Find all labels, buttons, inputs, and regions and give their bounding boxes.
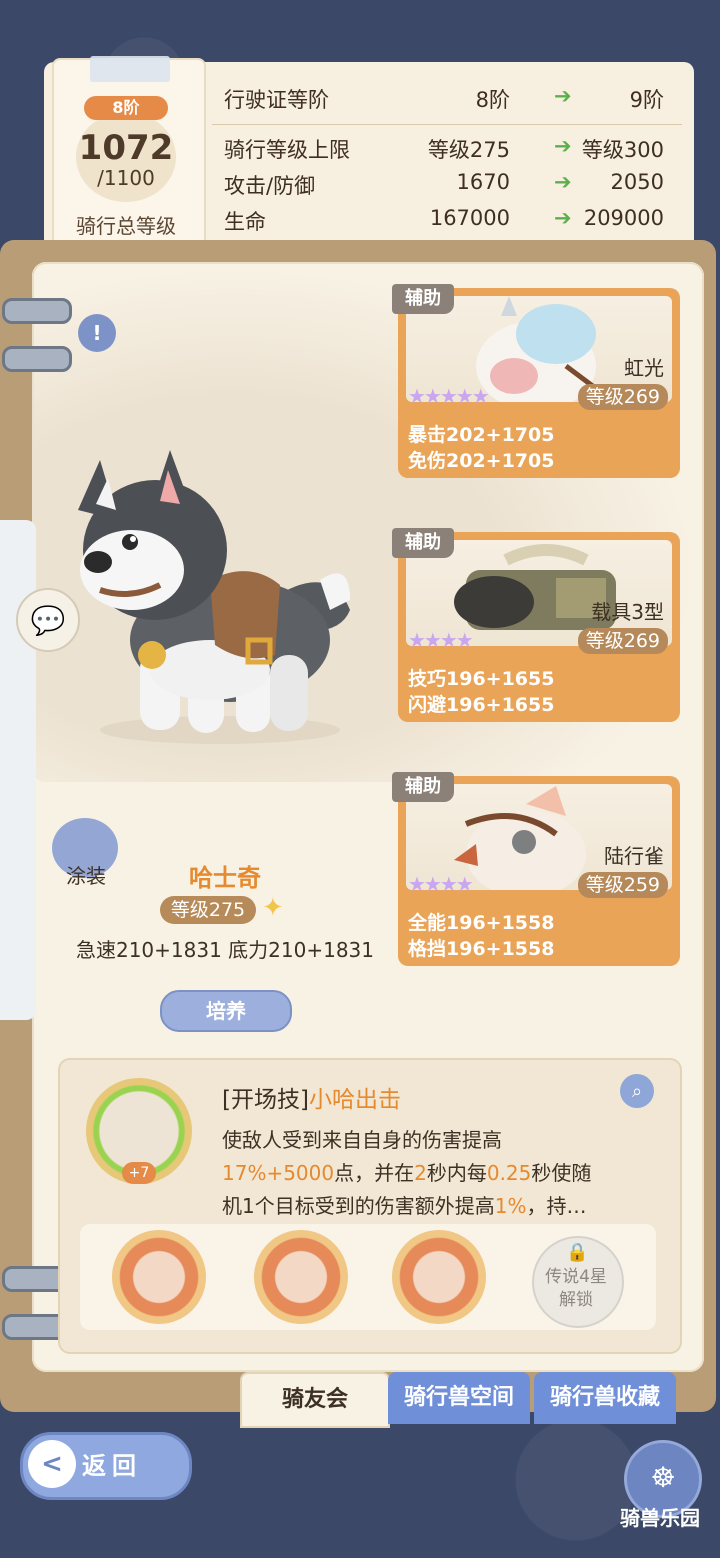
stat-next: 9阶	[629, 88, 664, 112]
helper-tag: 辅助	[392, 284, 454, 314]
stat-row-license: 行驶证等阶 8阶 ➔ 9阶	[224, 84, 674, 118]
helper-name: 陆行雀	[604, 844, 664, 868]
info-icon: !	[92, 321, 102, 345]
tab-mount-space[interactable]: 骑行兽空间	[388, 1372, 530, 1424]
arrow-right-icon: ➔	[554, 206, 572, 230]
mount-stats: 急速210+1831 底力210+1831	[75, 938, 375, 962]
stat-current: 等级275	[427, 138, 510, 162]
skill-desc-line: 17%+5000点，并在2秒内每0.25秒使随	[222, 1157, 642, 1190]
mount-level-badge: 等级275	[160, 896, 256, 924]
rune-slot-3[interactable]	[392, 1230, 486, 1324]
tab-rider-club[interactable]: 骑友会	[240, 1372, 390, 1428]
lock-text-line: 解锁	[559, 1290, 593, 1310]
binder-ring	[2, 346, 72, 372]
tape-decoration	[90, 56, 170, 82]
magnifier-icon: ⌕	[631, 1080, 643, 1102]
highlight-value: 17%+5000	[222, 1161, 335, 1185]
helper-level: 等级269	[577, 628, 668, 654]
skill-plus-badge: +7	[122, 1162, 156, 1184]
skill-description: 使敌人受到来自自身的伤害提高 17%+5000点，并在2秒内每0.25秒使随 机…	[222, 1124, 642, 1223]
helper-stat-line: 暴击202+1705	[408, 424, 555, 446]
stat-current: 167000	[429, 206, 510, 230]
rune-slot-1[interactable]	[112, 1230, 206, 1324]
skill-name: 小哈出击	[308, 1087, 401, 1113]
arrow-right-icon: ➔	[554, 134, 572, 158]
helper-name: 虹光	[624, 356, 664, 380]
stat-next: 2050	[610, 170, 664, 194]
stat-next: 209000	[583, 206, 664, 230]
skin-label: 涂装	[66, 864, 106, 888]
lock-icon: 🔒	[566, 1242, 589, 1263]
helper-stat-line: 技巧196+1655	[408, 668, 555, 690]
total-level-label: 骑行总等级	[76, 214, 176, 238]
binder-ring	[2, 298, 72, 324]
rank-badge: 8阶	[84, 96, 168, 120]
total-level-value: 1072	[78, 128, 174, 168]
helper-stat-line: 闪避196+1655	[408, 694, 555, 716]
stat-row-hp: 生命 167000 ➔ 209000	[224, 206, 674, 240]
tab-mount-collection[interactable]: 骑行兽收藏	[534, 1372, 676, 1424]
zoom-button[interactable]: ⌕	[620, 1074, 654, 1108]
rune-slot-2[interactable]	[254, 1230, 348, 1324]
stat-key: 行驶证等阶	[224, 88, 329, 112]
helper-tag: 辅助	[392, 772, 454, 802]
mount-name: 哈士奇	[189, 864, 261, 892]
skill-desc-line: 机1个目标受到的伤害额外提高1%，持…	[222, 1190, 642, 1223]
desc-text: 机1个目标受到的伤害额外提高	[222, 1194, 495, 1218]
ferris-wheel-icon: ☸	[650, 1461, 676, 1494]
chat-bubble-icon: 💬	[30, 603, 66, 637]
stat-key: 生命	[224, 210, 266, 234]
stat-key: 骑行等级上限	[224, 138, 350, 162]
highlight-value: 2	[414, 1161, 427, 1185]
lock-text-line: 传说4星	[545, 1267, 607, 1287]
star-rating: ★★★★	[408, 628, 474, 652]
lock-text: 传说4星解锁	[532, 1266, 620, 1312]
highlight-value: 0.25	[486, 1161, 532, 1185]
desc-text: ，持…	[526, 1194, 587, 1218]
skill-title: [开场技]小哈出击	[222, 1080, 401, 1114]
back-label: 返回	[82, 1452, 142, 1480]
helper-card-vehicle[interactable]: 辅助 载具3型 ★★★★ 等级269 技巧196+1655 闪避196+1655	[392, 528, 680, 722]
desc-text: 秒内每	[426, 1161, 487, 1185]
desc-text: 秒使随	[531, 1161, 592, 1185]
stat-current: 8阶	[475, 88, 510, 112]
stat-key: 攻击/防御	[224, 174, 316, 198]
divider	[212, 124, 682, 125]
helper-tag: 辅助	[392, 528, 454, 558]
husky-mount-image	[78, 450, 350, 744]
stat-row-level-cap: 骑行等级上限 等级275 ➔ 等级300	[224, 134, 674, 168]
helper-card-rainbow[interactable]: 辅助 虹光 ★★★★★ 等级269 暴击202+1705 免伤202+1705	[392, 284, 680, 478]
desc-text: 点，并在	[334, 1161, 415, 1185]
star-rating: ★★★★★	[408, 384, 490, 408]
mount-park-label: 骑兽乐园	[620, 1506, 700, 1530]
helper-name: 载具3型	[591, 600, 664, 624]
helper-stat-line: 免伤202+1705	[408, 450, 555, 472]
sparkle-star-icon: ✦	[262, 893, 284, 923]
highlight-value: 1%	[494, 1194, 527, 1218]
stat-next: 等级300	[581, 138, 664, 162]
stat-current: 1670	[456, 170, 510, 194]
helper-stat-line: 格挡196+1558	[408, 938, 555, 960]
helper-card-ground-sparrow[interactable]: 辅助 陆行雀 ★★★★ 等级259 全能196+1558 格挡196+1558	[392, 772, 680, 966]
skill-desc-line: 使敌人受到来自自身的伤害提高	[222, 1128, 502, 1152]
skill-prefix: [开场技]	[222, 1087, 309, 1113]
arrow-right-icon: ➔	[554, 84, 572, 108]
train-button[interactable]: 培养	[160, 990, 292, 1032]
info-button[interactable]: !	[78, 314, 116, 352]
back-arrow-icon: <	[28, 1440, 76, 1488]
helper-stat-line: 全能196+1558	[408, 912, 555, 934]
arrow-right-icon: ➔	[554, 170, 572, 194]
star-rating: ★★★★	[408, 872, 474, 896]
helper-level: 等级269	[577, 384, 668, 410]
helper-level: 等级259	[577, 872, 668, 898]
stat-row-atk-def: 攻击/防御 1670 ➔ 2050	[224, 170, 674, 204]
total-level-max: /1100	[97, 166, 155, 190]
